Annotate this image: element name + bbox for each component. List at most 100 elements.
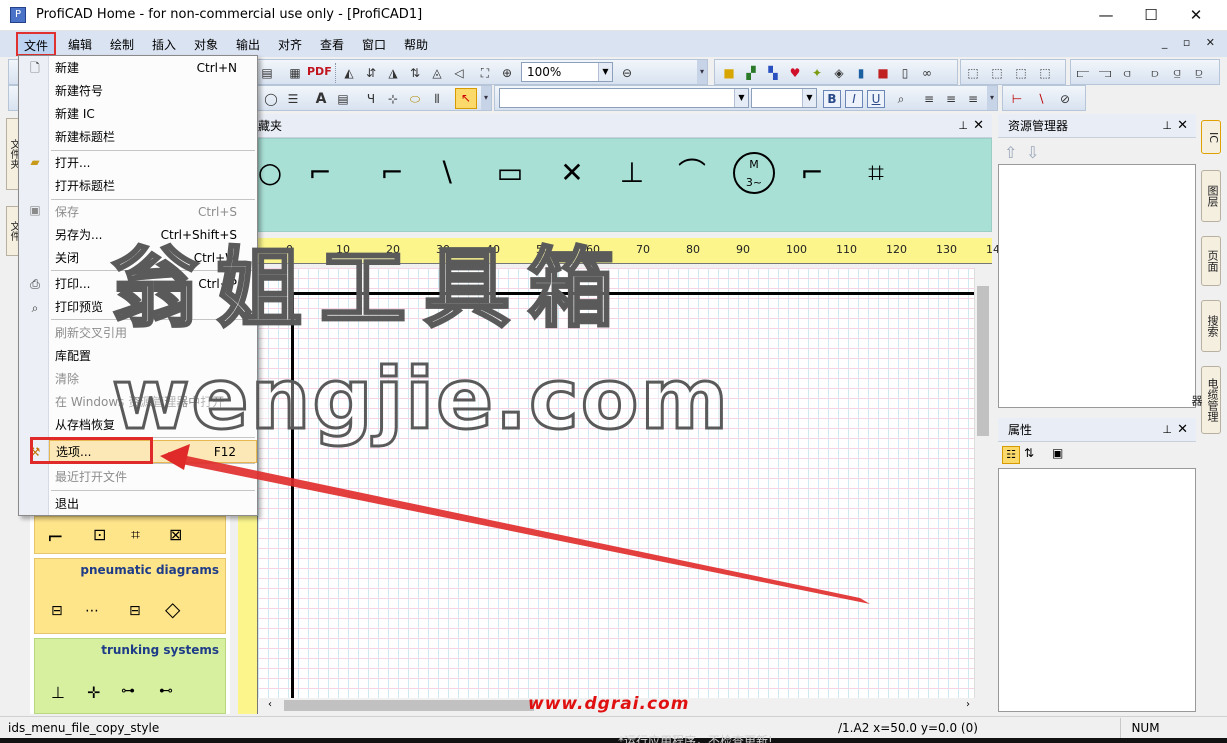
menu-file[interactable]: 文件 <box>16 32 57 56</box>
pin-icon[interactable]: ⊥ <box>958 114 968 138</box>
network-icon[interactable]: ▚ <box>765 65 781 81</box>
side-tab-ic[interactable]: IC <box>1201 120 1221 154</box>
no-entry-icon[interactable]: ⊘ <box>1057 91 1073 107</box>
text-align-right-icon[interactable]: ≡ <box>965 91 981 107</box>
properties-body[interactable] <box>998 468 1196 712</box>
motor-symbol[interactable]: M 3~ <box>733 152 775 194</box>
align-middle-icon[interactable]: ⫑ <box>1169 65 1185 81</box>
list-icon[interactable]: ☰ <box>285 91 301 107</box>
wire-icon[interactable]: Ч <box>363 91 379 107</box>
italic-button[interactable]: I <box>845 90 863 108</box>
menu-output[interactable]: 输出 <box>230 35 266 55</box>
group-icon[interactable]: ⬚ <box>965 65 981 81</box>
back-icon[interactable]: ⬚ <box>1037 65 1053 81</box>
flip-vertical-icon[interactable]: ⇵ <box>363 65 379 81</box>
maximize-button[interactable]: ☐ <box>1128 0 1174 31</box>
underline-button[interactable]: U <box>867 90 885 108</box>
text-align-center-icon[interactable]: ≡ <box>943 91 959 107</box>
table-icon[interactable]: ▤ <box>335 91 351 107</box>
ellipse-icon[interactable]: ◯ <box>263 91 279 107</box>
mirror-icon[interactable]: ◬ <box>429 65 445 81</box>
contact-symbol[interactable]: ⌐ <box>300 150 340 196</box>
switch-symbol[interactable]: ∖ <box>426 150 466 196</box>
pdf-export-button[interactable]: PDF <box>307 65 332 78</box>
sort-az-icon[interactable]: ⇅ <box>1024 446 1034 460</box>
toolbar-overflow[interactable]: ▾ <box>481 86 491 110</box>
color-icon[interactable]: ■ <box>875 65 891 81</box>
resistor-symbol[interactable]: ▭ <box>490 150 530 196</box>
arrow-up-icon[interactable]: ⇧ <box>1004 143 1017 162</box>
side-tab-cable-manager[interactable]: 电缆管理器 <box>1190 366 1221 434</box>
chevron-left-icon[interactable]: ‹ <box>268 699 272 710</box>
terminal-block-symbol[interactable]: ⌗ <box>856 150 896 196</box>
menu-window[interactable]: 窗口 <box>356 35 392 55</box>
front-icon[interactable]: ⬚ <box>1013 65 1029 81</box>
bus-icon[interactable]: ⫴ <box>429 91 445 107</box>
folder-icon[interactable]: ■ <box>721 65 737 81</box>
menu-edit[interactable]: 编辑 <box>62 35 98 55</box>
menu-help[interactable]: 帮助 <box>398 35 434 55</box>
dimension-icon[interactable]: ⊢ <box>1009 91 1025 107</box>
property-pages-icon[interactable]: ▣ <box>1052 446 1063 460</box>
align-right-icon[interactable]: ⫏ <box>1119 65 1135 81</box>
heart-icon[interactable]: ♥ <box>787 65 803 81</box>
file-menu-item[interactable]: 新建 Ctrl+N <box>49 57 257 80</box>
align-center-icon[interactable]: ⫎ <box>1097 65 1113 81</box>
font-combo[interactable]: ▼ <box>499 88 749 108</box>
menu-insert[interactable]: 插入 <box>146 35 182 55</box>
minimize-button[interactable]: — <box>1083 0 1129 31</box>
side-tab-layers[interactable]: 图层 <box>1201 170 1221 222</box>
rotate-right-icon[interactable]: ⇅ <box>407 65 423 81</box>
line-icon[interactable]: ∖ <box>1033 91 1049 107</box>
arrow-left-icon[interactable]: ◁ <box>451 65 467 81</box>
menu-object[interactable]: 对象 <box>188 35 224 55</box>
library-card-pneumatic[interactable]: pneumatic diagrams ⊟ ⋯ ⊟ ◇ <box>34 558 226 634</box>
file-menu-item[interactable]: 打开标题栏 <box>49 175 257 198</box>
file-menu-item[interactable]: 新建符号 <box>49 80 257 103</box>
junction-icon[interactable]: ⊹ <box>385 91 401 107</box>
zoom-text-icon[interactable]: ⌕ <box>893 91 909 107</box>
pin-icon[interactable]: ⊥ <box>1162 114 1172 138</box>
close-button[interactable]: ✕ <box>1173 0 1219 31</box>
ground-symbol[interactable]: ⊥ <box>612 150 652 196</box>
text-tool-button[interactable]: A <box>313 91 329 107</box>
contact-symbol[interactable]: ⌐ <box>372 150 412 196</box>
font-size-combo[interactable]: ▼ <box>751 88 817 108</box>
proficad-icon[interactable]: P <box>10 7 26 23</box>
categorized-icon[interactable]: ☷ <box>1002 446 1020 464</box>
rotate-left-icon[interactable]: ◮ <box>385 65 401 81</box>
layers-icon[interactable]: ◈ <box>831 65 847 81</box>
align-bottom-icon[interactable]: ⫒ <box>1191 65 1207 81</box>
align-left-icon[interactable]: ⫍ <box>1075 65 1091 81</box>
tree-icon[interactable]: ▞ <box>743 65 759 81</box>
align-top-icon[interactable]: ⫐ <box>1147 65 1163 81</box>
arrow-down-icon[interactable]: ⇩ <box>1026 143 1039 162</box>
bold-button[interactable]: B <box>823 90 841 108</box>
vertical-scrollbar[interactable] <box>974 268 991 698</box>
cross-symbol[interactable]: ✕ <box>552 150 592 196</box>
book-icon[interactable]: ▮ <box>853 65 869 81</box>
menu-view[interactable]: 查看 <box>314 35 350 55</box>
select-pointer-button[interactable]: ↖ <box>455 88 477 109</box>
file-menu-item[interactable]: 退出 <box>49 493 257 516</box>
zoom-combo[interactable]: 100% ▼ <box>521 62 613 82</box>
library-card-trunking[interactable]: trunking systems ⊥ ✛ ⊶ ⊷ <box>34 638 226 714</box>
scroll-thumb[interactable] <box>977 286 989 436</box>
toolbar-overflow[interactable]: ▾ <box>987 86 997 110</box>
antenna-symbol[interactable]: ⌒ <box>672 150 712 196</box>
file-menu-item[interactable]: 新建 IC <box>49 103 257 126</box>
menu-draw[interactable]: 绘制 <box>104 35 140 55</box>
library-card-electrical[interactable]: ⌐ ⊡ ⌗ ⊠ <box>34 516 226 554</box>
menu-align[interactable]: 对齐 <box>272 35 308 55</box>
toolbar-overflow[interactable]: ▾ <box>697 60 707 84</box>
side-tab-search[interactable]: 搜索 <box>1201 300 1221 352</box>
mdi-window-controls[interactable]: _ ▫ ✕ <box>1162 36 1221 49</box>
side-tab-pages[interactable]: 页面 <box>1201 236 1221 286</box>
ungroup-icon[interactable]: ⬚ <box>989 65 1005 81</box>
label-icon[interactable]: ⬭ <box>407 91 423 107</box>
contact-symbol[interactable]: ⌐ <box>792 150 832 196</box>
grid-icon[interactable]: ▦ <box>287 65 303 81</box>
pin-icon[interactable]: ⊥ <box>1162 418 1172 442</box>
file-menu-item[interactable]: 打开... <box>49 152 257 175</box>
zoom-fit-icon[interactable]: ⛶ <box>477 65 493 81</box>
